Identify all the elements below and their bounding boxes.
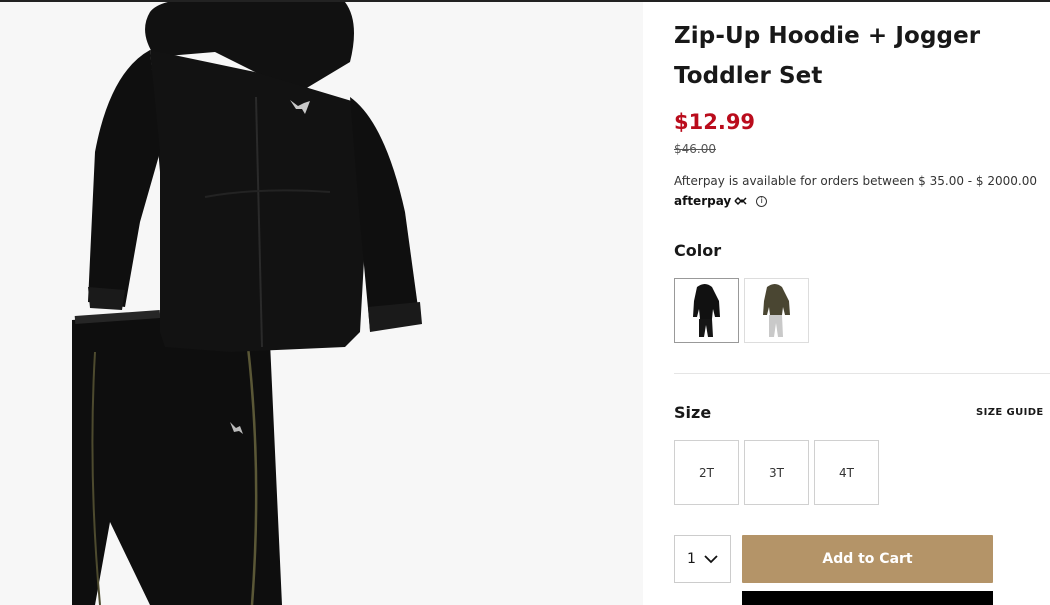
size-option-4t[interactable]: 4T	[814, 440, 879, 505]
info-icon[interactable]: i	[756, 195, 768, 207]
afterpay-logo: afterpay i	[674, 194, 768, 208]
product-image[interactable]	[0, 2, 643, 605]
afterpay-logo-text: afterpay	[674, 194, 732, 208]
add-to-cart-button[interactable]: Add to Cart	[742, 535, 993, 583]
size-label: Size	[674, 403, 712, 422]
color-swatch-black[interactable]	[674, 278, 739, 343]
size-guide-label: SIZE GUIDE	[976, 407, 1044, 418]
swatch-black-image	[675, 279, 738, 342]
section-divider	[674, 373, 1050, 374]
secondary-checkout-button[interactable]	[742, 591, 993, 605]
color-label: Color	[674, 241, 722, 260]
size-option-2t[interactable]: 2T	[674, 440, 739, 505]
sale-price: $12.99	[674, 110, 756, 134]
hoodie-jogger-image	[72, 2, 422, 605]
quantity-value: 1	[687, 551, 696, 567]
afterpay-arrows-icon	[734, 196, 747, 206]
color-swatch-olive-grey[interactable]	[744, 278, 809, 343]
product-info: Zip-Up Hoodie + Jogger Toddler Set $12.9…	[674, 0, 1050, 605]
chevron-down-icon	[704, 555, 718, 564]
product-title: Zip-Up Hoodie + Jogger Toddler Set	[674, 23, 981, 89]
size-option-3t[interactable]: 3T	[744, 440, 809, 505]
swatch-olive-image	[745, 279, 808, 342]
original-price: $46.00	[674, 142, 716, 156]
quantity-select[interactable]: 1	[674, 535, 731, 583]
size-guide-link[interactable]: SIZE GUIDE	[976, 407, 1050, 418]
afterpay-availability-text: Afterpay is available for orders between…	[674, 174, 1037, 188]
